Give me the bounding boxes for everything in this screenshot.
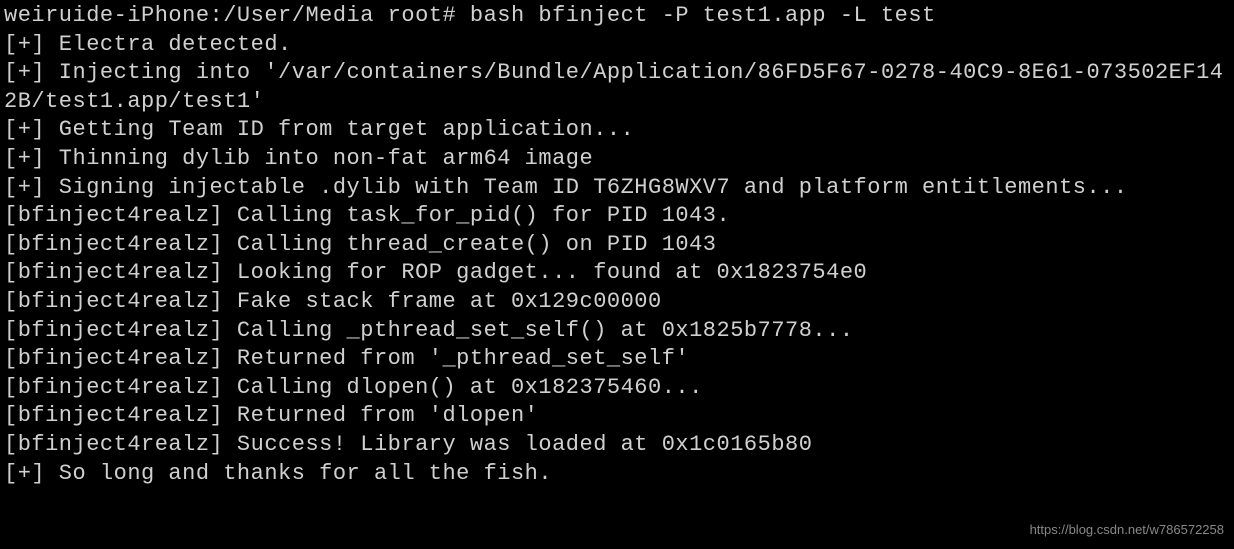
terminal-line: [bfinject4realz] Calling thread_create()…	[4, 231, 1230, 260]
terminal-line: [bfinject4realz] Success! Library was lo…	[4, 431, 1230, 460]
terminal-line: [bfinject4realz] Returned from '_pthread…	[4, 345, 1230, 374]
terminal-line: weiruide-iPhone:/User/Media root# bash b…	[4, 2, 1230, 31]
terminal-line: [+] Electra detected.	[4, 31, 1230, 60]
terminal-line: [bfinject4realz] Returned from 'dlopen'	[4, 402, 1230, 431]
terminal-line: [+] So long and thanks for all the fish.	[4, 460, 1230, 489]
terminal-line: [+] Thinning dylib into non-fat arm64 im…	[4, 145, 1230, 174]
watermark: https://blog.csdn.net/w786572258	[1030, 522, 1224, 539]
terminal-line: [bfinject4realz] Calling task_for_pid() …	[4, 202, 1230, 231]
terminal-output: weiruide-iPhone:/User/Media root# bash b…	[4, 2, 1230, 488]
terminal-text: [+] So long and thanks for all the fish.	[4, 461, 552, 486]
terminal-line: [+] Getting Team ID from target applicat…	[4, 116, 1230, 145]
terminal-line: [bfinject4realz] Fake stack frame at 0x1…	[4, 288, 1230, 317]
terminal-line: [+] Signing injectable .dylib with Team …	[4, 174, 1230, 203]
terminal-line: [bfinject4realz] Calling dlopen() at 0x1…	[4, 374, 1230, 403]
terminal-line: [+] Injecting into '/var/containers/Bund…	[4, 59, 1230, 116]
terminal-line: [bfinject4realz] Looking for ROP gadget.…	[4, 259, 1230, 288]
terminal-line: [bfinject4realz] Calling _pthread_set_se…	[4, 317, 1230, 346]
